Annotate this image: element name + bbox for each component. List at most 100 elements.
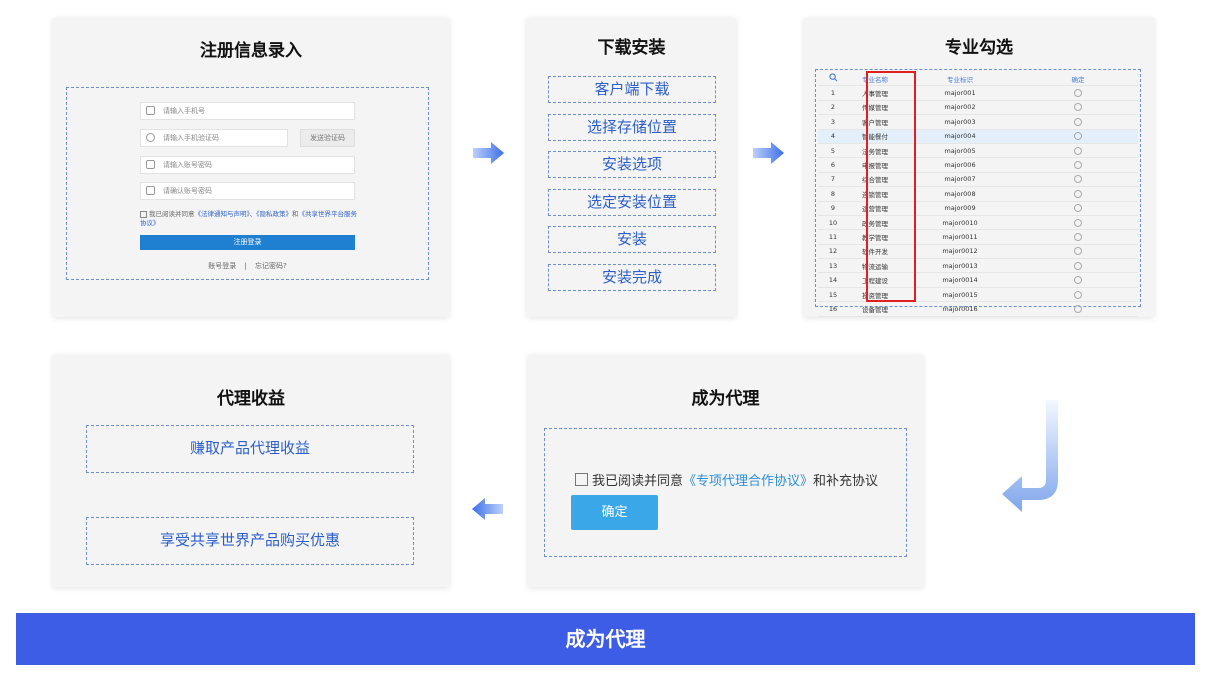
phone-placeholder: 请输入手机号 xyxy=(163,107,205,115)
major-id: major0010 xyxy=(902,215,1018,231)
agent-agreement: 我已阅读并同意《专项代理合作协议》和补充协议 xyxy=(575,470,878,489)
register-title: 注册信息录入 xyxy=(200,41,302,61)
major-radio[interactable] xyxy=(1074,247,1082,256)
major-radio[interactable] xyxy=(1074,290,1082,299)
major-id: major0013 xyxy=(902,258,1018,274)
row-number: 3 xyxy=(818,114,848,130)
major-id: major002 xyxy=(902,100,1018,116)
major-id: major0015 xyxy=(902,287,1018,303)
income-title: 代理收益 xyxy=(217,389,285,409)
agent-confirm-button[interactable]: 确定 xyxy=(571,495,658,530)
major-radio[interactable] xyxy=(1074,276,1082,285)
major-radio[interactable] xyxy=(1074,304,1082,313)
password-input[interactable]: 请输入账号密码 xyxy=(140,156,355,174)
arrow-left-icon xyxy=(472,498,503,520)
install-title: 下载安装 xyxy=(597,38,666,58)
benefit-agent-income: 赚取产品代理收益 xyxy=(86,425,414,473)
code-placeholder: 请输入手机验证码 xyxy=(163,134,219,142)
phone-input[interactable]: 请输入手机号 xyxy=(140,102,355,120)
col-confirm: 确定 xyxy=(1018,72,1138,87)
major-name-highlight xyxy=(866,71,916,302)
agent-agree-prefix: 我已阅读并同意 xyxy=(592,474,684,489)
row-number: 8 xyxy=(818,186,848,202)
row-number: 12 xyxy=(818,244,848,260)
privacy-policy-link[interactable]: 《隐私政策》 xyxy=(256,210,292,218)
major-id: major006 xyxy=(902,157,1018,173)
arrow-right-icon xyxy=(473,142,504,164)
major-radio[interactable] xyxy=(1074,204,1082,213)
row-number: 1 xyxy=(818,85,848,101)
row-number: 4 xyxy=(818,129,848,144)
link-separator: | xyxy=(244,262,247,270)
major-id: major008 xyxy=(902,186,1018,202)
agent-agreement-link[interactable]: 《专项代理合作协议》 xyxy=(683,474,813,489)
confirm-password-input[interactable]: 请确认账号密码 xyxy=(140,182,355,200)
major-id: major007 xyxy=(902,172,1018,188)
major-radio[interactable] xyxy=(1074,117,1082,126)
agree-prefix: 我已阅读并同意 xyxy=(149,210,195,218)
row-number: 9 xyxy=(818,201,848,216)
major-id: major004 xyxy=(902,129,1018,144)
major-radio[interactable] xyxy=(1074,175,1082,184)
register-agreement: 我已阅读并同意《法律通知与声明》、《隐私政策》和《共享世界平台服务协议》 xyxy=(140,210,358,228)
row-number: 15 xyxy=(818,287,848,303)
major-id: major001 xyxy=(902,85,1018,101)
row-number: 11 xyxy=(818,229,848,245)
agent-checkbox[interactable] xyxy=(575,473,588,486)
major-id: major009 xyxy=(902,201,1018,216)
agent-frame xyxy=(544,428,907,557)
install-step-storage: 选择存储位置 xyxy=(548,114,716,141)
row-number: 2 xyxy=(818,100,848,116)
forgot-password-link[interactable]: 忘记密码? xyxy=(255,262,287,270)
col-major-id: 专业标识 xyxy=(902,72,1018,87)
install-step-location: 选定安装位置 xyxy=(548,189,716,216)
row-number: 5 xyxy=(818,143,848,159)
major-id: major003 xyxy=(902,114,1018,130)
row-number: 7 xyxy=(818,172,848,188)
major-id: major0014 xyxy=(902,272,1018,288)
major-id: major0016 xyxy=(902,301,1018,317)
benefit-purchase-discount: 享受共享世界产品购买优惠 xyxy=(86,517,414,565)
major-id: major005 xyxy=(902,143,1018,159)
major-radio[interactable] xyxy=(1074,146,1082,155)
agree-checkbox[interactable] xyxy=(140,210,147,218)
password-placeholder: 请输入账号密码 xyxy=(163,161,212,169)
arrow-right-icon xyxy=(753,142,784,164)
code-input[interactable]: 请输入手机验证码 xyxy=(140,129,288,147)
install-step-complete: 安装完成 xyxy=(548,264,716,291)
major-radio[interactable] xyxy=(1074,218,1082,227)
row-number: 6 xyxy=(818,157,848,173)
major-radio[interactable] xyxy=(1074,161,1082,170)
bottom-banner: 成为代理 xyxy=(16,613,1195,665)
major-radio[interactable] xyxy=(1074,189,1082,198)
major-radio[interactable] xyxy=(1074,232,1082,241)
lock-icon xyxy=(146,186,155,195)
agent-title: 成为代理 xyxy=(691,389,760,409)
install-step-install: 安装 xyxy=(548,226,716,253)
major-title: 专业勾选 xyxy=(945,38,1013,58)
major-id: major0011 xyxy=(902,229,1018,245)
table-row[interactable]: 16 设备管理 major0016 xyxy=(818,301,1138,317)
row-number: 10 xyxy=(818,215,848,231)
lock-icon xyxy=(146,160,155,169)
shield-icon xyxy=(146,133,155,142)
account-login-link[interactable]: 账号登录 xyxy=(208,262,236,270)
major-name: 设备管理 xyxy=(848,301,902,317)
confirm-placeholder: 请确认账号密码 xyxy=(163,187,212,195)
curved-arrow-icon xyxy=(1002,400,1058,512)
register-submit-button[interactable]: 注册登录 xyxy=(140,235,355,250)
major-radio[interactable] xyxy=(1074,103,1082,112)
major-radio[interactable] xyxy=(1074,89,1082,98)
row-number: 13 xyxy=(818,258,848,274)
major-id: major0012 xyxy=(902,244,1018,260)
phone-icon xyxy=(146,106,155,115)
row-number: 14 xyxy=(818,272,848,288)
row-number: 16 xyxy=(818,301,848,317)
search-icon[interactable] xyxy=(818,72,848,87)
install-step-download: 客户端下载 xyxy=(548,76,716,103)
major-radio[interactable] xyxy=(1074,132,1082,141)
install-step-options: 安装选项 xyxy=(548,151,716,178)
legal-notice-link[interactable]: 《法律通知与声明》 xyxy=(195,210,250,218)
send-code-button[interactable]: 发送验证码 xyxy=(300,129,355,147)
major-radio[interactable] xyxy=(1074,261,1082,270)
